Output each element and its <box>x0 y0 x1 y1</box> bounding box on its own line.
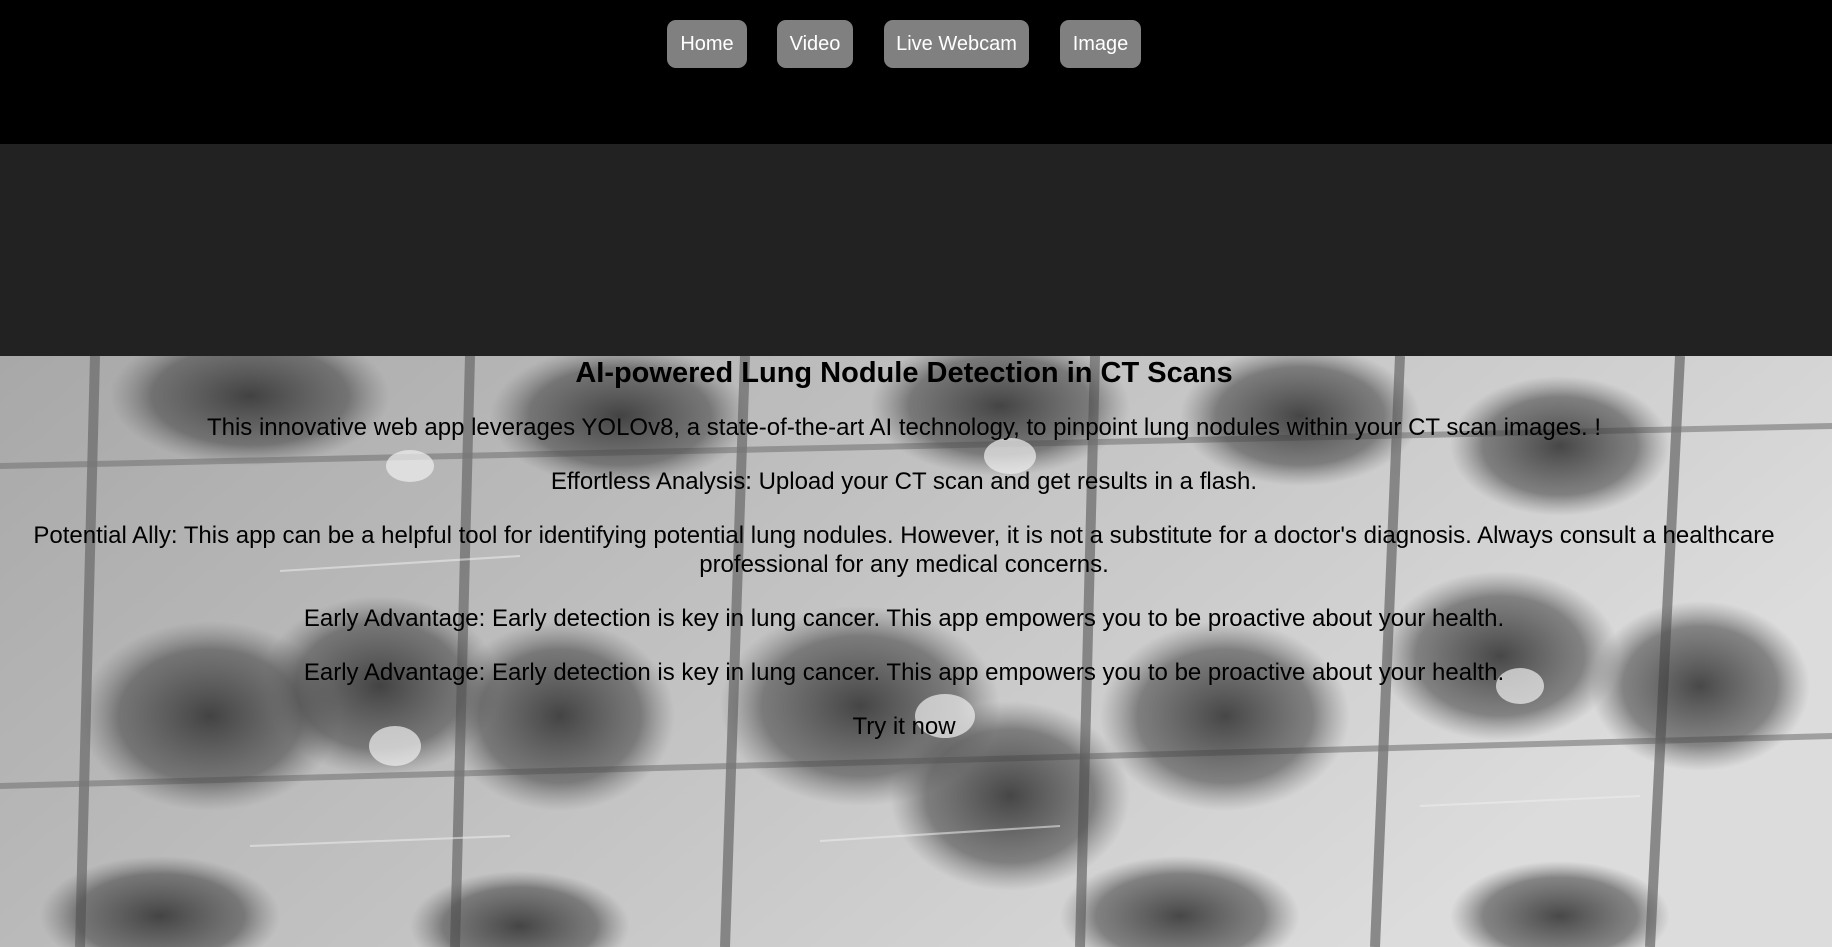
top-navigation-bar: Home Video Live Webcam Image <box>0 0 1832 144</box>
feature-potential-ally: Potential Ally: This app can be a helpfu… <box>33 522 1775 578</box>
page-title: AI-powered Lung Nodule Detection in CT S… <box>575 357 1233 389</box>
nav-home-button[interactable]: Home <box>667 20 747 68</box>
nav-video-button[interactable]: Video <box>777 20 853 68</box>
header-band <box>0 144 1832 356</box>
main-nav: Home Video Live Webcam Image <box>0 20 1832 68</box>
feature-early-advantage-duplicate: Early Advantage: Early detection is key … <box>303 659 1505 686</box>
intro-paragraph: This innovative web app leverages YOLOv8… <box>206 414 1602 441</box>
feature-early-advantage: Early Advantage: Early detection is key … <box>303 605 1505 632</box>
nav-live-webcam-button[interactable]: Live Webcam <box>884 20 1029 68</box>
nav-image-button[interactable]: Image <box>1060 20 1141 68</box>
hero-section: AI-powered Lung Nodule Detection in CT S… <box>0 356 1832 947</box>
ct-scan-background-image <box>0 356 1832 947</box>
feature-effortless-analysis: Effortless Analysis: Upload your CT scan… <box>550 468 1258 495</box>
try-it-now-link[interactable]: Try it now <box>0 712 1808 741</box>
